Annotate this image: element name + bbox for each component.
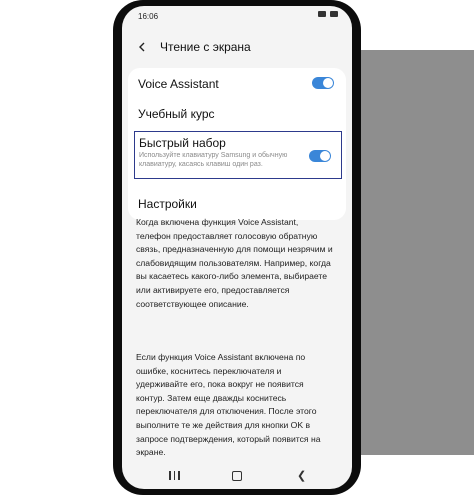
tutorial-item[interactable]: Учебный курс bbox=[138, 107, 215, 121]
chevron-left-icon[interactable] bbox=[134, 39, 150, 55]
settings-card: Voice Assistant Учебный курс Быстрый наб… bbox=[128, 68, 346, 220]
page-title: Чтение с экрана bbox=[160, 40, 251, 54]
home-icon[interactable] bbox=[232, 471, 242, 481]
quick-typing-item[interactable]: Быстрый набор Используйте клавиатуру Sam… bbox=[134, 131, 342, 179]
settings-item[interactable]: Настройки bbox=[138, 197, 197, 211]
back-icon[interactable]: ❮ bbox=[297, 469, 306, 482]
quick-typing-label: Быстрый набор bbox=[139, 136, 226, 150]
phone-screen: 16:06 Чтение с экрана Voice Assistant Уч… bbox=[122, 6, 352, 489]
navigation-bar: ❮ bbox=[122, 464, 352, 488]
status-icons bbox=[318, 11, 338, 17]
info-paragraph-1: Когда включена функция Voice Assistant, … bbox=[136, 217, 333, 309]
battery-icon bbox=[330, 11, 338, 17]
voice-assistant-toggle[interactable] bbox=[312, 77, 334, 89]
voice-assistant-label[interactable]: Voice Assistant bbox=[138, 77, 219, 91]
signal-icon bbox=[318, 11, 326, 17]
info-paragraph-2: Если функция Voice Assistant включена по… bbox=[136, 352, 321, 458]
quick-typing-toggle[interactable] bbox=[309, 150, 331, 162]
recent-apps-icon[interactable] bbox=[169, 471, 180, 480]
header: Чтение с экрана bbox=[134, 36, 251, 58]
background-panel bbox=[350, 50, 474, 455]
status-time: 16:06 bbox=[138, 12, 159, 21]
quick-typing-description: Используйте клавиатуру Samsung и обычную… bbox=[139, 152, 288, 168]
